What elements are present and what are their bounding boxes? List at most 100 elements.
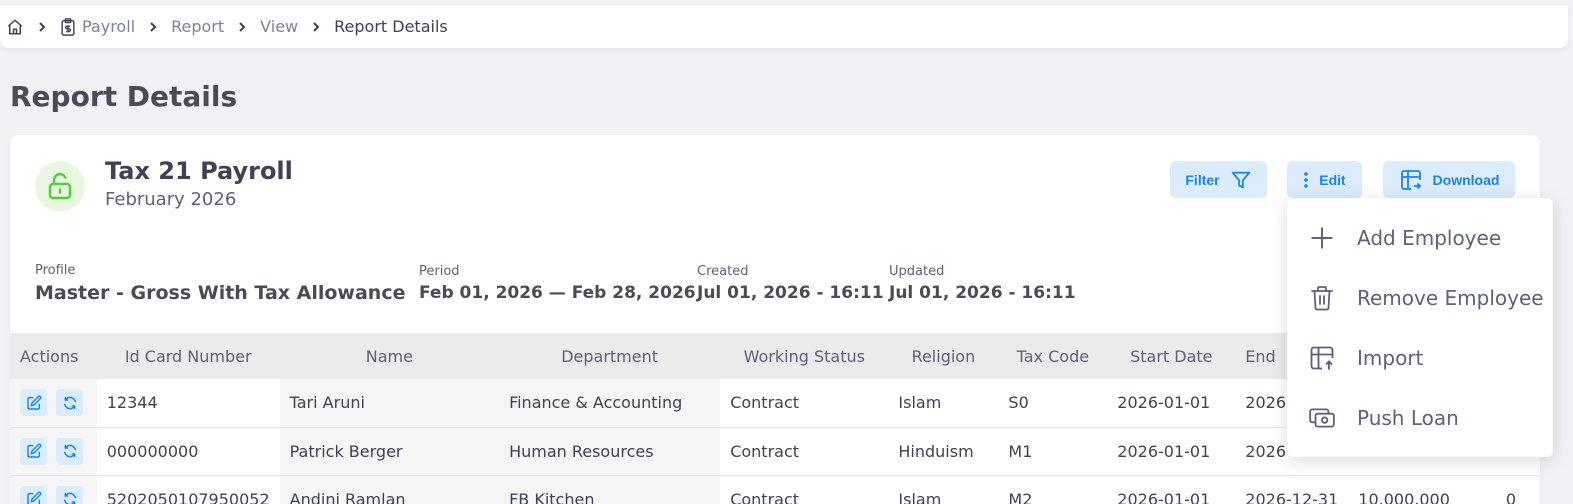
cell-religion: Islam [888,379,999,428]
row-actions [10,427,97,476]
edit-dropdown-menu: Add Employee Remove Employee Import Push… [1287,198,1553,457]
column-header-name[interactable]: Name [280,333,499,379]
edit-label: Edit [1319,171,1346,188]
refresh-icon [63,444,76,458]
column-header-department[interactable]: Department [499,333,720,379]
filter-label: Filter [1185,171,1220,188]
updated-label: Updated [889,264,945,279]
cell-extra: 0 [1495,475,1540,504]
report-name: Tax 21 Payroll [105,157,293,185]
period-label: Period [419,264,460,279]
menu-item-label: Add Employee [1357,226,1502,250]
cell-id-card: 000000000 [96,427,280,476]
chevron-right-icon [236,21,248,33]
cell-start-date: 2026-01-01 [1107,475,1236,504]
cell-tax-code: M2 [998,475,1108,504]
cell-religion: Islam [888,475,999,504]
created-label: Created [697,264,749,279]
period-value: Feb 01, 2026 — Feb 28, 2026 [419,283,696,303]
column-header-tax-code[interactable]: Tax Code [998,333,1107,379]
edit-row-button[interactable] [20,485,47,504]
refresh-row-button[interactable] [56,437,83,465]
edit-row-button[interactable] [20,389,47,417]
table-import-icon [1308,344,1336,372]
trash-icon [1308,284,1336,312]
cell-religion: Hinduism [888,427,999,476]
chevron-right-icon [36,21,48,33]
menu-item-label: Import [1357,346,1424,370]
plus-icon [1308,224,1336,252]
column-header-working-status[interactable]: Working Status [720,333,888,379]
cell-name: Patrick Berger [279,427,500,476]
period-meta: Period Feb 01, 2026 — Feb 28, 2026 [419,264,696,303]
updated-meta: Updated Jul 01, 2026 - 16:11 [889,264,1076,303]
cell-name: Tari Aruni [279,379,500,428]
edit-row-button[interactable] [20,437,47,465]
cell-working-status: Contract [720,427,889,476]
edit-icon [26,443,41,458]
refresh-row-button[interactable] [56,485,83,504]
breadcrumb-label: Payroll [82,17,136,36]
download-button[interactable]: Download [1383,161,1515,198]
filter-icon [1231,171,1250,188]
updated-value: Jul 01, 2026 - 16:11 [889,283,1076,303]
report-month: February 2026 [105,189,237,210]
cell-department: FB Kitchen [499,475,721,504]
table-row: 5202050107950052 Andini Ramlan FB Kitche… [10,475,1540,504]
cell-tax-code: M1 [998,427,1108,476]
created-value: Jul 01, 2026 - 16:11 [697,283,884,303]
row-actions [10,379,97,428]
unlock-icon [35,161,85,211]
chevron-right-icon [310,21,322,33]
breadcrumb-payroll[interactable]: Payroll [60,17,135,36]
profile-label: Profile [35,263,76,278]
row-actions [10,475,97,504]
download-label: Download [1432,171,1500,188]
column-header-start-date[interactable]: Start Date [1107,333,1235,379]
breadcrumb-report[interactable]: Report [171,17,224,36]
cell-end-date: 2026-12-31 [1235,475,1349,504]
refresh-icon [63,492,76,504]
cell-working-status: Contract [720,475,889,504]
cell-start-date: 2026-01-01 [1107,427,1236,476]
breadcrumb-home[interactable] [6,18,24,36]
edit-button[interactable]: Edit [1287,161,1362,198]
breadcrumb-label: View [260,17,299,36]
cell-id-card: 5202050107950052 [96,475,280,504]
breadcrumb-current: Report Details [334,17,448,36]
menu-item-import[interactable]: Import [1287,328,1553,388]
filter-button[interactable]: Filter [1170,161,1267,198]
menu-item-label: Remove Employee [1357,286,1544,310]
home-icon [7,19,23,34]
cell-department: Human Resources [499,427,721,476]
breadcrumb-view[interactable]: View [260,17,298,36]
menu-item-remove-employee[interactable]: Remove Employee [1287,268,1553,328]
edit-icon [26,395,41,410]
chevron-right-icon [147,21,159,33]
column-header-actions: Actions [20,346,79,366]
profile-value: Master - Gross With Tax Allowance [35,282,406,304]
breadcrumb-label: Report [171,17,225,36]
edit-icon [26,491,41,504]
refresh-icon [63,396,76,410]
page-title: Report Details [10,80,238,113]
refresh-row-button[interactable] [56,389,83,417]
cell-department: Finance & Accounting [499,379,721,428]
created-meta: Created Jul 01, 2026 - 16:11 [697,264,884,303]
column-header-religion[interactable]: Religion [888,333,998,379]
cell-tax-code: S0 [998,379,1108,428]
cell-salary: 10.000.000 [1348,475,1496,504]
cash-stack-icon [1308,404,1336,432]
breadcrumb: Payroll Report View Report Details [0,5,1568,48]
cell-start-date: 2026-01-01 [1107,379,1236,428]
menu-item-label: Push Loan [1357,406,1459,430]
menu-item-push-loan[interactable]: Push Loan [1287,388,1553,448]
more-vertical-icon [1304,171,1309,188]
clipboard-dollar-icon [60,17,76,36]
table-export-icon [1400,169,1421,190]
menu-item-add-employee[interactable]: Add Employee [1287,208,1553,268]
cell-id-card: 12344 [96,379,280,428]
column-header-id-card[interactable]: Id Card Number [97,333,280,379]
cell-name: Andini Ramlan [279,475,500,504]
profile-meta: Profile Master - Gross With Tax Allowanc… [35,263,405,304]
